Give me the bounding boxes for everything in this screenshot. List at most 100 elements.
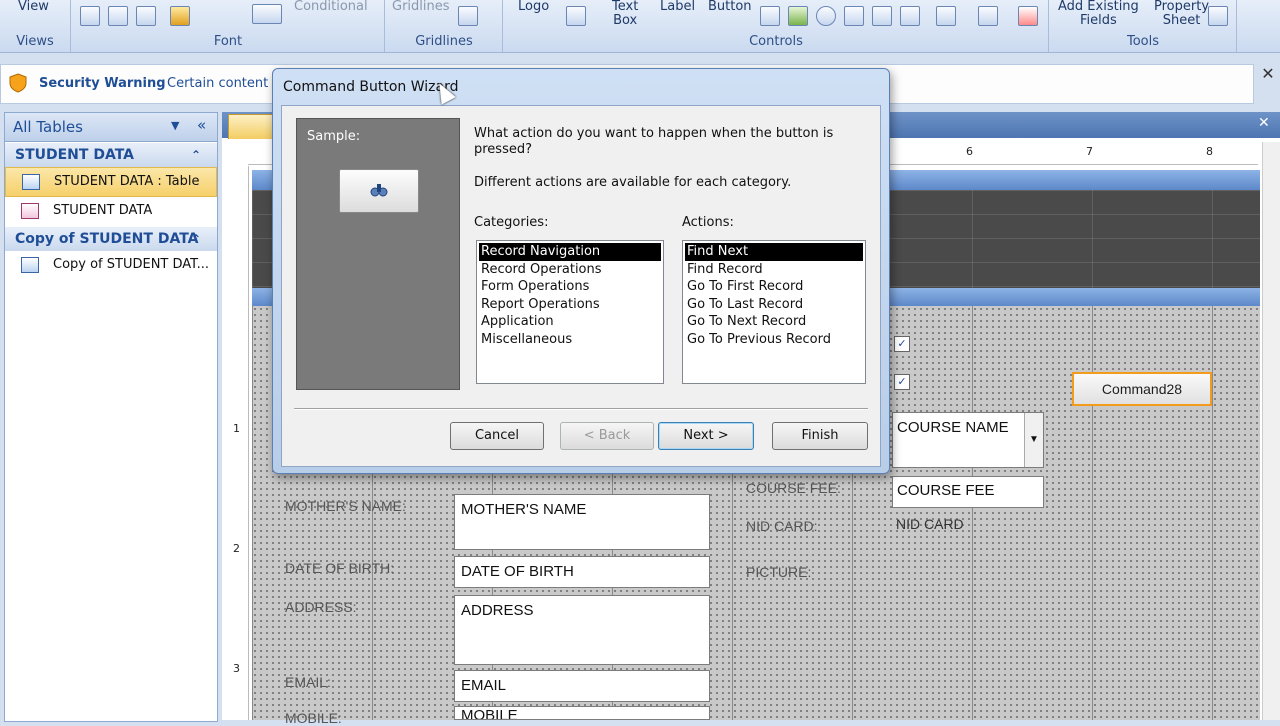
mothers-name-field[interactable]: MOTHER'S NAME: [454, 494, 710, 550]
image-icon[interactable]: [872, 6, 892, 26]
option-button-icon[interactable]: [816, 6, 836, 26]
category-item[interactable]: Miscellaneous: [479, 331, 661, 349]
categories-listbox[interactable]: Record Navigation Record Operations Form…: [476, 240, 664, 384]
nav-group-student-data[interactable]: STUDENT DATA ⌃: [5, 143, 217, 167]
chevron-up-icon[interactable]: ⌃: [191, 143, 201, 167]
tab-order-icon[interactable]: [1208, 6, 1228, 26]
course-name-value: COURSE NAME: [897, 419, 1009, 436]
label-button[interactable]: Label: [660, 0, 695, 14]
views-group: View Views: [0, 0, 71, 52]
picture-label[interactable]: PICTURE:: [746, 564, 811, 580]
action-item[interactable]: Find Record: [685, 261, 863, 279]
nav-item-label: STUDENT DATA : Table: [54, 174, 200, 189]
title-icon[interactable]: [566, 6, 586, 26]
nav-item-label: Copy of STUDENT DAT...: [53, 257, 209, 272]
dialog-divider: [294, 408, 868, 410]
address-field[interactable]: ADDRESS: [454, 595, 710, 665]
nid-card-label[interactable]: NID CARD:: [746, 518, 818, 534]
close-document-icon[interactable]: ✕: [1258, 115, 1270, 131]
course-fee-field[interactable]: COURSE FEE: [892, 476, 1044, 508]
logo-button[interactable]: Logo: [518, 0, 549, 14]
course-fee-label[interactable]: COURSE FEE:: [746, 480, 841, 496]
sample-panel: Sample:: [296, 118, 460, 390]
action-item[interactable]: Go To Next Record: [685, 313, 863, 331]
combo-box-icon[interactable]: [760, 6, 780, 26]
controls-group-label: Controls: [749, 34, 803, 49]
dialog-body: Sample: What action do you want to happe…: [281, 105, 881, 467]
align-left-icon[interactable]: [80, 6, 100, 26]
nid-card-field[interactable]: NID CARD: [896, 516, 964, 532]
mothers-name-label[interactable]: MOTHER'S NAME:: [285, 498, 406, 514]
action-item[interactable]: Go To Last Record: [685, 296, 863, 314]
actions-listbox[interactable]: Find Next Find Record Go To First Record…: [682, 240, 866, 384]
binoculars-icon: [370, 184, 388, 197]
chevron-up-icon[interactable]: ⌃: [191, 227, 201, 251]
command28-button[interactable]: Command28: [1072, 372, 1212, 406]
table-icon: [21, 257, 39, 273]
textbox-button[interactable]: Text Box: [612, 0, 638, 28]
checkbox[interactable]: ✓: [894, 374, 910, 390]
page-break-icon[interactable]: [978, 6, 998, 26]
action-item[interactable]: Go To First Record: [685, 278, 863, 296]
line-icon[interactable]: [936, 6, 956, 26]
close-icon[interactable]: ✕: [1258, 64, 1278, 84]
action-item[interactable]: Go To Previous Record: [685, 331, 863, 349]
line-color-icon[interactable]: [458, 6, 478, 26]
security-warning-message: Certain content: [167, 76, 269, 91]
chart-icon[interactable]: [788, 6, 808, 26]
nav-pane-header[interactable]: All Tables ▼ «: [5, 113, 217, 142]
nav-group-title: STUDENT DATA: [15, 147, 134, 163]
mobile-label[interactable]: MOBILE:: [285, 710, 342, 726]
dialog-hint: Different actions are available for each…: [474, 175, 792, 190]
add-existing-fields-button[interactable]: Add Existing Fields: [1058, 0, 1139, 28]
category-item[interactable]: Form Operations: [479, 278, 661, 296]
delete-icon[interactable]: [1018, 6, 1038, 26]
security-warning-title: Security Warning: [39, 76, 166, 91]
subform-icon[interactable]: [844, 6, 864, 26]
font-group-label: Font: [213, 34, 243, 49]
vertical-scrollbar[interactable]: [1262, 142, 1280, 720]
tools-group-label: Tools: [1126, 34, 1160, 49]
button-control[interactable]: Button: [708, 0, 752, 14]
checkbox[interactable]: ✓: [894, 336, 910, 352]
date-of-birth-label[interactable]: DATE OF BIRTH:: [285, 560, 394, 576]
date-of-birth-field[interactable]: DATE OF BIRTH: [454, 556, 710, 588]
mobile-field[interactable]: MOBILE: [454, 706, 710, 720]
ribbon: View Views Conditional Font Gridlines Gr…: [0, 0, 1280, 53]
view-button[interactable]: View: [18, 0, 49, 14]
attachment-icon[interactable]: [900, 6, 920, 26]
course-name-combo[interactable]: COURSE NAME ▼: [892, 412, 1044, 468]
nav-group-title: Copy of STUDENT DATA: [15, 231, 199, 247]
ruler-mark: 6: [966, 145, 973, 158]
collapse-pane-icon[interactable]: «: [197, 116, 206, 134]
category-item[interactable]: Report Operations: [479, 296, 661, 314]
cancel-button[interactable]: Cancel: [450, 422, 544, 450]
views-group-label: Views: [16, 34, 54, 49]
back-button[interactable]: < Back: [560, 422, 654, 450]
ruler-mark: 7: [1086, 145, 1093, 158]
finish-button[interactable]: Finish: [772, 422, 868, 450]
property-sheet-button[interactable]: Property Sheet: [1154, 0, 1209, 28]
email-label[interactable]: EMAIL:: [285, 674, 331, 690]
category-item[interactable]: Record Navigation: [479, 243, 661, 261]
address-label[interactable]: ADDRESS:: [285, 599, 357, 615]
chevron-down-icon[interactable]: ▼: [171, 119, 179, 132]
chevron-down-icon[interactable]: ▼: [1024, 413, 1043, 467]
nav-item-student-data-table[interactable]: STUDENT DATA : Table: [5, 167, 217, 197]
font-group: Conditional Font: [72, 0, 385, 52]
categories-label: Categories:: [474, 215, 549, 230]
nav-item-copy-student-data-table[interactable]: Copy of STUDENT DAT...: [5, 251, 217, 279]
category-item[interactable]: Record Operations: [479, 261, 661, 279]
email-field[interactable]: EMAIL: [454, 670, 710, 702]
nav-item-student-data-form[interactable]: STUDENT DATA: [5, 197, 217, 225]
category-item[interactable]: Application: [479, 313, 661, 331]
format-painter-icon[interactable]: [170, 6, 190, 26]
gridlines-style-icon[interactable]: [252, 4, 282, 24]
gridlines-button[interactable]: Gridlines: [392, 0, 450, 14]
conditional-button[interactable]: Conditional: [294, 0, 368, 14]
align-center-icon[interactable]: [108, 6, 128, 26]
align-right-icon[interactable]: [136, 6, 156, 26]
nav-group-copy-student-data[interactable]: Copy of STUDENT DATA ⌃: [5, 227, 217, 251]
action-item[interactable]: Find Next: [685, 243, 863, 261]
next-button[interactable]: Next >: [658, 422, 754, 450]
